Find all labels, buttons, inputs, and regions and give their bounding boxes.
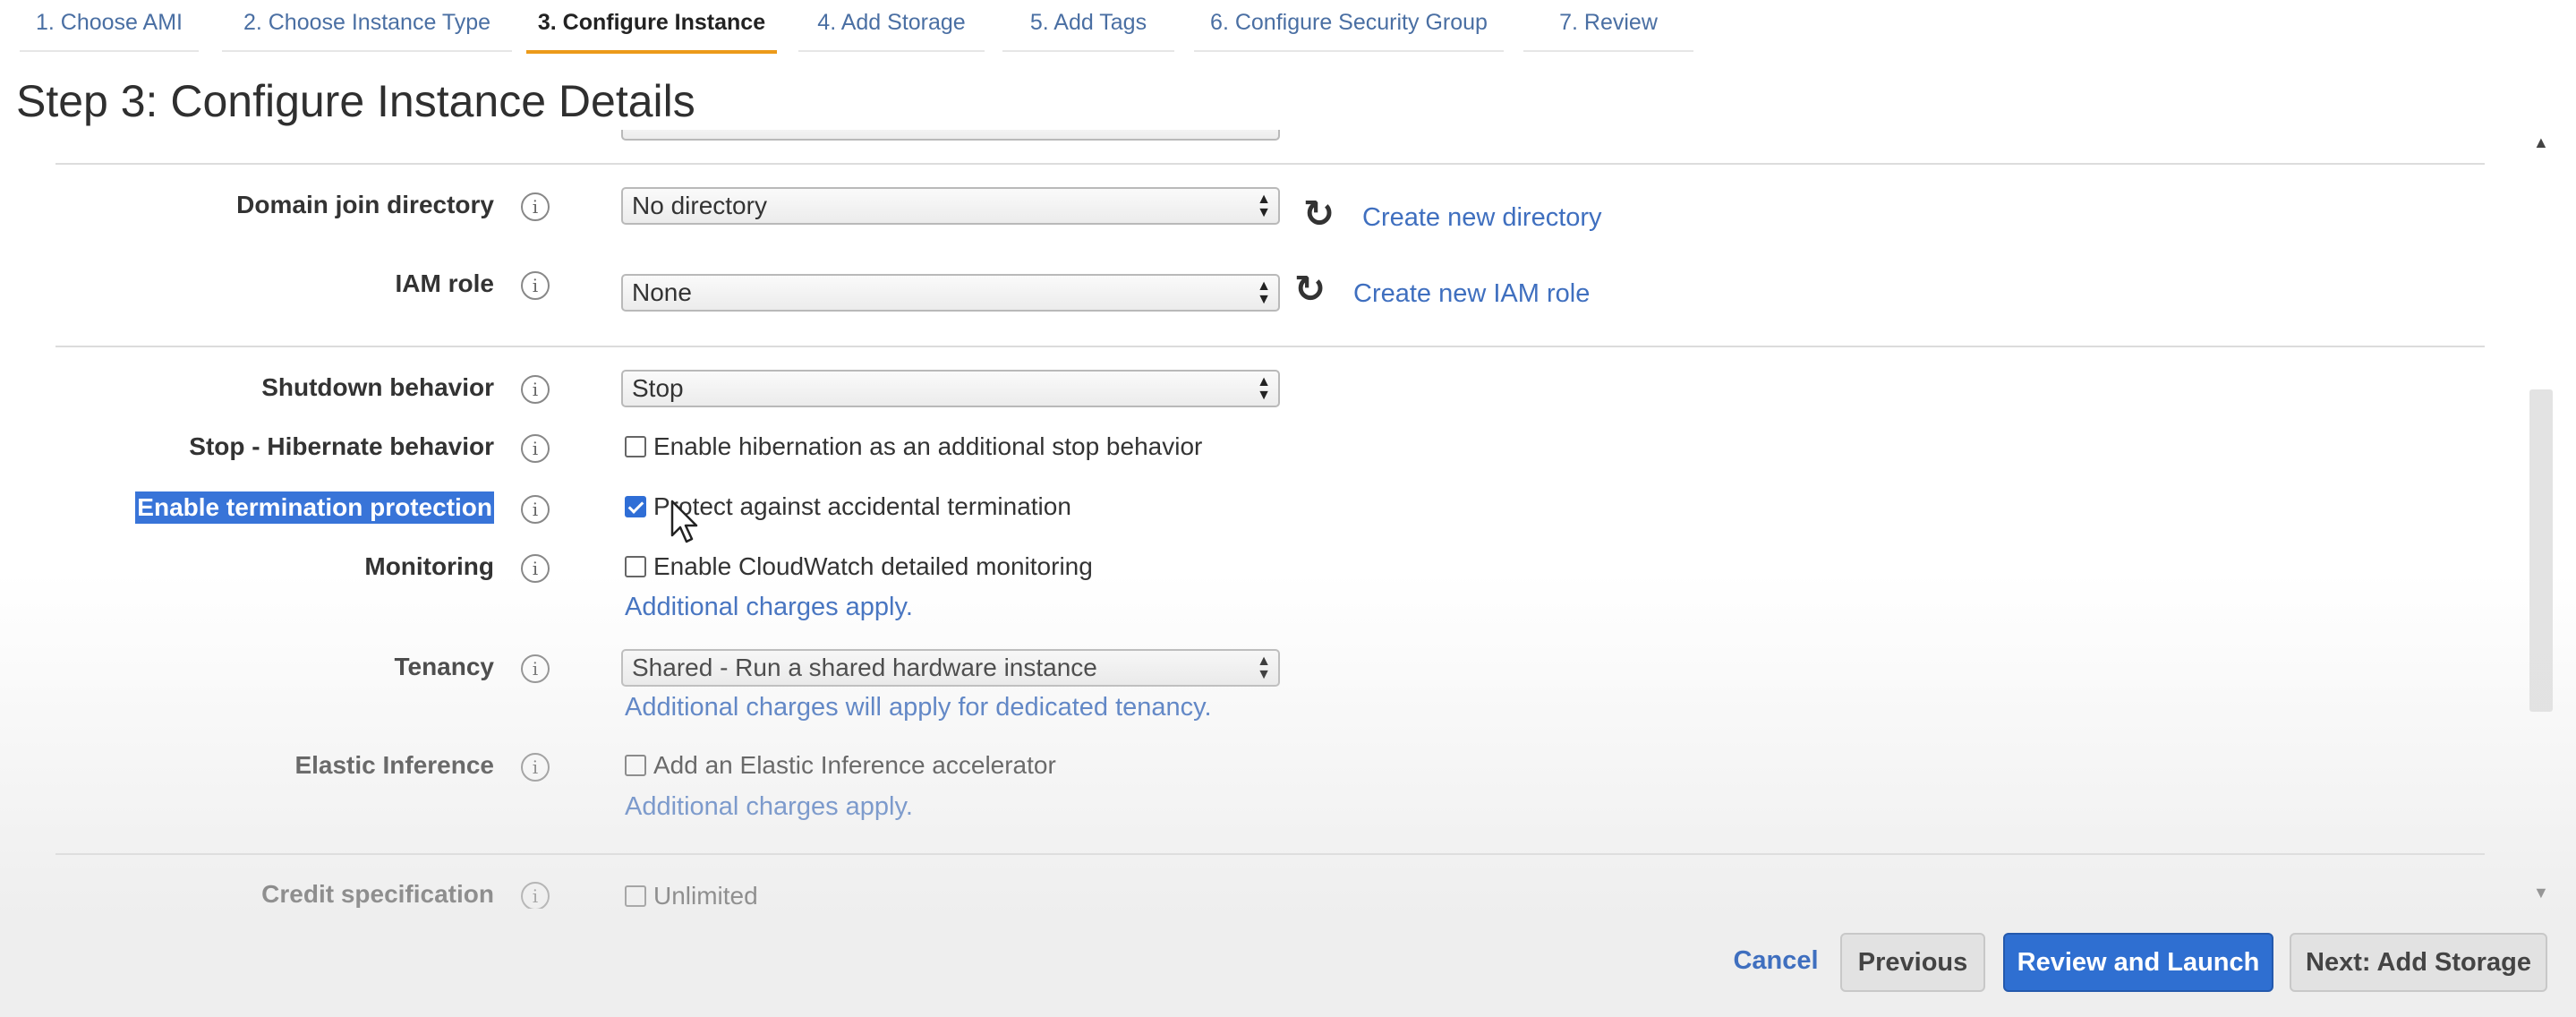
termination-label: Enable termination protection	[135, 491, 494, 524]
tenancy-value: Shared - Run a shared hardware instance	[632, 654, 1097, 681]
scrollbar[interactable]: ▲ ▼	[2526, 130, 2556, 909]
tab-review[interactable]: 7. Review	[1523, 0, 1693, 52]
previous-button[interactable]: Previous	[1840, 933, 1985, 992]
tab-configure-security-group[interactable]: 6. Configure Security Group	[1194, 0, 1504, 52]
info-icon[interactable]: i	[521, 271, 550, 300]
elastic-inference-row: Add an Elastic Inference accelerator	[625, 751, 1056, 780]
monitoring-label: Monitoring	[364, 552, 494, 580]
credit-checkbox-label: Unlimited	[653, 882, 758, 909]
domain-join-label: Domain join directory	[236, 191, 494, 218]
monitoring-charges-link[interactable]: Additional charges apply.	[625, 593, 913, 622]
monitoring-row: Enable CloudWatch detailed monitoring	[625, 552, 1093, 581]
create-iam-role-link[interactable]: Create new IAM role	[1353, 279, 1590, 309]
elastic-inference-checkbox-label: Add an Elastic Inference accelerator	[653, 751, 1056, 779]
page-title: Step 3: Configure Instance Details	[16, 76, 695, 126]
select-arrows-icon: ▲ ▼	[1257, 374, 1271, 403]
hibernate-checkbox[interactable]	[625, 436, 646, 457]
scroll-thumb[interactable]	[2529, 389, 2553, 712]
create-directory-link[interactable]: Create new directory	[1362, 203, 1602, 233]
shutdown-label: Shutdown behavior	[261, 373, 494, 401]
select-arrows-icon: ▲ ▼	[1257, 192, 1271, 220]
footer-bar: Cancel Previous Review and Launch Next: …	[0, 910, 2576, 1017]
divider	[55, 853, 2485, 855]
info-icon[interactable]: i	[521, 882, 550, 909]
refresh-icon[interactable]: ↻	[1294, 270, 1326, 308]
wizard-tabs: 1. Choose AMI 2. Choose Instance Type 3.…	[0, 0, 2576, 54]
tenancy-label: Tenancy	[394, 653, 494, 680]
hibernate-checkbox-label: Enable hibernation as an additional stop…	[653, 432, 1203, 460]
scroll-up-icon[interactable]: ▲	[2533, 133, 2549, 152]
refresh-icon[interactable]: ↻	[1303, 195, 1335, 233]
hibernate-label: Stop - Hibernate behavior	[189, 432, 494, 460]
credit-label: Credit specification	[261, 880, 494, 908]
tab-add-tags[interactable]: 5. Add Tags	[1002, 0, 1174, 52]
form-panel: Domain join directory i No directory ▲ ▼ …	[0, 130, 2576, 909]
info-icon[interactable]: i	[521, 753, 550, 782]
credit-checkbox[interactable]	[625, 885, 646, 907]
info-icon[interactable]: i	[521, 434, 550, 463]
elastic-inference-label: Elastic Inference	[294, 751, 494, 779]
cancel-button[interactable]: Cancel	[1724, 933, 1828, 992]
info-icon[interactable]: i	[521, 495, 550, 524]
monitoring-checkbox-label: Enable CloudWatch detailed monitoring	[653, 552, 1093, 580]
monitoring-checkbox[interactable]	[625, 556, 646, 577]
info-icon[interactable]: i	[521, 654, 550, 683]
tenancy-select[interactable]: Shared - Run a shared hardware instance …	[621, 649, 1280, 687]
domain-join-select[interactable]: No directory ▲ ▼	[621, 187, 1280, 225]
info-icon[interactable]: i	[521, 375, 550, 404]
select-arrows-icon: ▲ ▼	[1257, 654, 1271, 682]
next-add-storage-button[interactable]: Next: Add Storage	[2290, 933, 2547, 992]
tab-add-storage[interactable]: 4. Add Storage	[798, 0, 985, 52]
credit-row: Unlimited	[625, 882, 758, 909]
divider	[55, 346, 2485, 347]
domain-join-value: No directory	[632, 192, 767, 219]
select-arrows-icon: ▲ ▼	[1257, 278, 1271, 307]
tab-configure-instance[interactable]: 3. Configure Instance	[526, 0, 777, 54]
termination-checkbox[interactable]	[625, 496, 646, 517]
cut-off-select[interactable]	[621, 130, 1280, 141]
shutdown-value: Stop	[632, 374, 684, 402]
iam-role-label: IAM role	[395, 269, 494, 297]
shutdown-select[interactable]: Stop ▲ ▼	[621, 370, 1280, 407]
tenancy-charges-link[interactable]: Additional charges will apply for dedica…	[625, 693, 1212, 722]
termination-checkbox-label: Protect against accidental termination	[653, 492, 1071, 520]
info-icon[interactable]: i	[521, 554, 550, 583]
elastic-inference-checkbox[interactable]	[625, 755, 646, 776]
iam-role-select[interactable]: None ▲ ▼	[621, 274, 1280, 312]
hibernate-row: Enable hibernation as an additional stop…	[625, 432, 1202, 461]
tab-choose-instance-type[interactable]: 2. Choose Instance Type	[222, 0, 512, 52]
info-icon[interactable]: i	[521, 192, 550, 221]
divider	[55, 163, 2485, 165]
elastic-inference-charges-link[interactable]: Additional charges apply.	[625, 792, 913, 822]
tab-choose-ami[interactable]: 1. Choose AMI	[20, 0, 199, 52]
scroll-down-icon[interactable]: ▼	[2533, 884, 2549, 902]
iam-role-value: None	[632, 278, 692, 306]
mouse-cursor-icon	[670, 500, 698, 543]
review-and-launch-button[interactable]: Review and Launch	[2003, 933, 2273, 992]
